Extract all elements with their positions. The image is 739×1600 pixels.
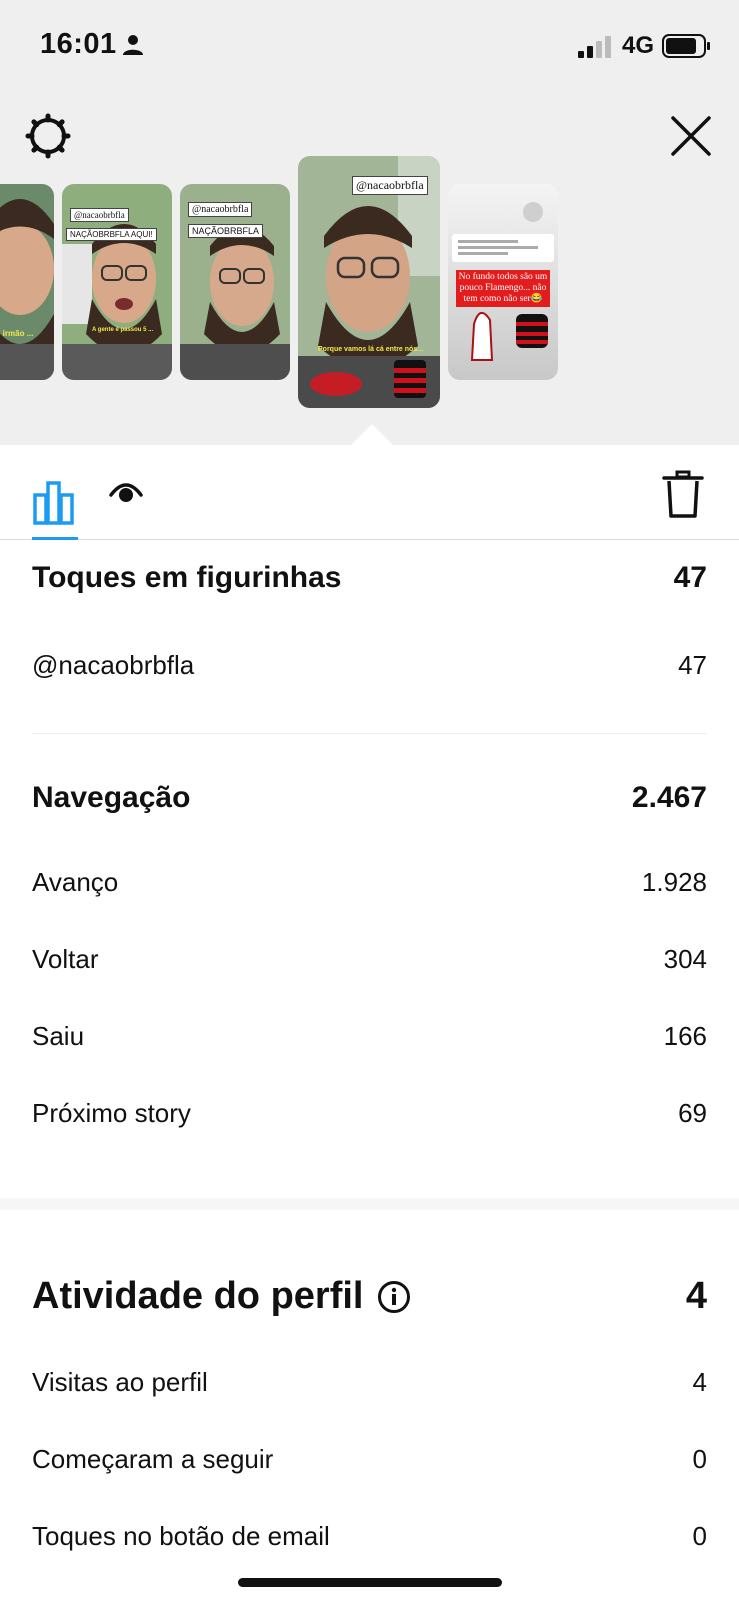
- metric-label: Avanço: [32, 866, 119, 897]
- metric-row: Avanço 1.928: [32, 862, 707, 902]
- metric-value: 0: [692, 1520, 707, 1551]
- mention-sticker: @nacaobrbfla: [188, 202, 253, 217]
- section-title: Navegação: [32, 780, 191, 814]
- metric-value: 1.928: [641, 866, 707, 897]
- signal-icon: [578, 36, 611, 58]
- metric-value: 47: [678, 649, 707, 680]
- section-title: Toques em figurinhas: [32, 560, 342, 594]
- story-thumbnail-image: [0, 184, 54, 380]
- metric-row: Toques no botão de email 0: [32, 1516, 707, 1556]
- metric-label: Saiu: [32, 1020, 85, 1051]
- navigation-section-header: Navegação 2.467: [32, 775, 707, 820]
- section-total: 47: [673, 560, 707, 594]
- story-thumbnail-3[interactable]: @nacaobrbfla NAÇÃOBRBFLA: [180, 184, 290, 380]
- close-icon[interactable]: [668, 113, 714, 159]
- status-time: 16:01: [40, 28, 117, 60]
- metric-row: Voltar 304: [32, 939, 707, 979]
- metric-value: 304: [663, 943, 707, 974]
- story-strip-area: 16:01 4G irmão ... @nacaobrbfla NAÇÃOBRB…: [0, 0, 739, 446]
- selected-story-pointer: [350, 424, 394, 446]
- story-thumbnail-4-selected[interactable]: @nacaobrbfla Porque vamos lá cá entre nó…: [298, 156, 440, 408]
- insights-tab-bar: [0, 445, 739, 540]
- story-thumbnail-5[interactable]: No fundo todos são um pouco Flamengo... …: [448, 184, 558, 380]
- info-icon[interactable]: [377, 1280, 411, 1314]
- network-type: 4G: [622, 32, 655, 59]
- story-caption: ...do irmão ...: [0, 329, 34, 338]
- story-thumbnail-1[interactable]: ...do irmão ...: [0, 184, 54, 380]
- metric-row: Saiu 166: [32, 1016, 707, 1056]
- person-icon: [123, 35, 143, 55]
- section-title-wrapper: Atividade do perfil: [32, 1275, 411, 1318]
- stickers-section-header: Toques em figurinhas 47: [32, 555, 707, 600]
- status-bar: 16:01 4G: [0, 0, 739, 92]
- profile-activity-section-header: Atividade do perfil 4: [32, 1268, 707, 1324]
- metric-row: Próximo story 69: [32, 1093, 707, 1133]
- active-tab-indicator: [32, 537, 78, 540]
- metric-row: Começaram a seguir 0: [32, 1439, 707, 1479]
- hashtag-sticker: NAÇÃOBRBFLA: [188, 224, 264, 238]
- metric-label: @nacaobrbfla: [32, 649, 195, 680]
- section-divider: [32, 733, 707, 734]
- metric-row: Visitas ao perfil 4: [32, 1362, 707, 1402]
- metric-value: 4: [692, 1366, 707, 1397]
- metric-label: Começaram a seguir: [32, 1443, 274, 1474]
- metric-row[interactable]: @nacaobrbfla 47: [32, 645, 707, 685]
- metric-value: 0: [692, 1443, 707, 1474]
- mention-sticker: @nacaobrbfla: [352, 176, 428, 195]
- hashtag-sticker: NAÇÃOBRBFLA AQUI!: [66, 228, 157, 241]
- story-caption: Porque vamos lá cá entre nós...: [318, 346, 424, 353]
- metric-label: Voltar: [32, 943, 99, 974]
- home-indicator[interactable]: [238, 1578, 502, 1587]
- metric-value: 166: [663, 1020, 707, 1051]
- section-separator-band: [0, 1198, 739, 1210]
- mention-sticker: @nacaobrbfla: [70, 208, 129, 222]
- metric-label: Visitas ao perfil: [32, 1366, 208, 1397]
- story-thumbnail-2[interactable]: @nacaobrbfla NAÇÃOBRBFLA AQUI! A gente é…: [62, 184, 172, 380]
- metric-value: 69: [678, 1097, 707, 1128]
- metric-label: Toques no botão de email: [32, 1520, 330, 1551]
- metric-label: Próximo story: [32, 1097, 191, 1128]
- trash-icon[interactable]: [662, 470, 704, 520]
- section-title: Atividade do perfil: [32, 1274, 364, 1317]
- settings-gear-icon[interactable]: [25, 113, 71, 159]
- battery-icon: [662, 34, 710, 58]
- bar-chart-icon[interactable]: [30, 465, 78, 535]
- story-caption: A gente é passou 5 ...: [92, 327, 154, 333]
- section-total: 4: [685, 1274, 707, 1317]
- section-total: 2.467: [631, 780, 707, 814]
- post-overlay-text: No fundo todos são um pouco Flamengo... …: [456, 270, 550, 307]
- eye-icon[interactable]: [108, 477, 144, 507]
